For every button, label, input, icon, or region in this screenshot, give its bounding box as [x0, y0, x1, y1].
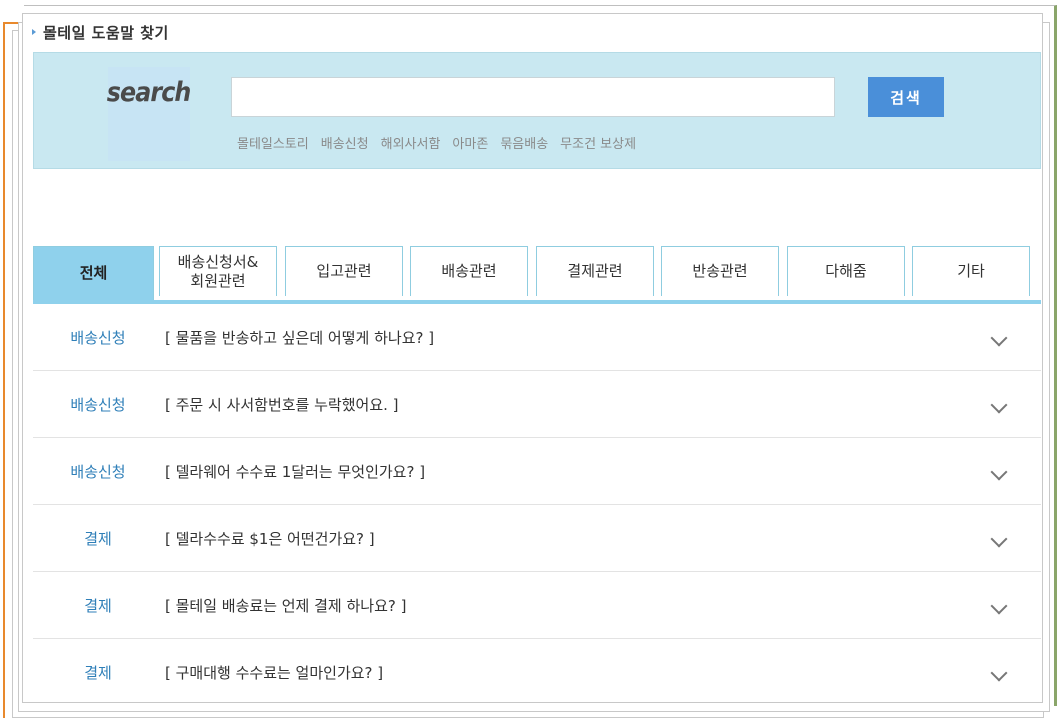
page-title-text: 몰테일 도움말 찾기 — [43, 23, 169, 42]
tab-label: 입고관련 — [316, 262, 372, 280]
bullet-icon — [32, 29, 36, 35]
search-logo-text: search — [107, 77, 192, 108]
faq-category: 배송신청 — [70, 395, 126, 414]
category-tabs: 전체 배송신청서& 회원관련 입고관련 배송관련 결제관련 반송관련 다해줌 기타 — [33, 246, 1041, 300]
faq-row[interactable]: 결제 [ 몰테일 배송료는 언제 결제 하나요? ] — [33, 572, 1041, 639]
keyword-link[interactable]: 해외사서함 — [381, 133, 441, 152]
keyword-link[interactable]: 몰테일스토리 — [237, 133, 309, 152]
tab-5[interactable]: 반송관련 — [661, 246, 779, 296]
tab-label: 반송관련 — [692, 262, 748, 280]
keyword-link[interactable]: 아마존 — [452, 133, 488, 152]
tab-2[interactable]: 입고관련 — [285, 246, 403, 296]
chevron-down-icon[interactable] — [990, 329, 1008, 347]
tab-label: 다해줌 — [825, 262, 867, 280]
faq-question: [ 델라웨어 수수료 1달러는 무엇인가요? ] — [165, 462, 426, 481]
faq-question: [ 구매대행 수수료는 얼마인가요? ] — [165, 663, 384, 682]
tab-4[interactable]: 결제관련 — [536, 246, 654, 296]
tab-3[interactable]: 배송관련 — [410, 246, 528, 296]
tab-label: 결제관련 — [567, 262, 623, 280]
faq-question: [ 델라수수료 $1은 어떤건가요? ] — [165, 529, 375, 548]
faq-question: [ 물품을 반송하고 싶은데 어떻게 하나요? ] — [165, 328, 435, 347]
search-logo: search — [107, 67, 192, 161]
chevron-down-icon[interactable] — [990, 597, 1008, 615]
faq-category: 결제 — [84, 596, 112, 615]
search-area: search 검색 몰테일스토리 배송신청 해외사서함 아마존 묶음배송 무조건 보상제 — [33, 52, 1041, 169]
faq-category: 배송신청 — [70, 328, 126, 347]
tab-0[interactable]: 전체 — [33, 246, 154, 300]
tab-label: 배송관련 — [441, 262, 497, 280]
keyword-link[interactable]: 배송신청 — [321, 133, 369, 152]
chevron-down-icon[interactable] — [990, 530, 1008, 548]
faq-category: 결제 — [84, 663, 112, 682]
tab-1[interactable]: 배송신청서& 회원관련 — [159, 246, 277, 296]
help-panel: 몰테일 도움말 찾기 search 검색 몰테일스토리 배송신청 해외사서함 아마존 묶… — [22, 13, 1043, 703]
faq-row[interactable]: 결제 [ 델라수수료 $1은 어떤건가요? ] — [33, 505, 1041, 572]
faq-category: 배송신청 — [70, 462, 126, 481]
faq-question: [ 주문 시 사서함번호를 누락했어요. ] — [165, 395, 399, 414]
tab-7[interactable]: 기타 — [912, 246, 1030, 296]
faq-category: 결제 — [84, 529, 112, 548]
popular-keywords: 몰테일스토리 배송신청 해외사서함 아마존 묶음배송 무조건 보상제 — [237, 133, 636, 152]
faq-row[interactable]: 배송신청 [ 주문 시 사서함번호를 누락했어요. ] — [33, 371, 1041, 438]
chevron-down-icon[interactable] — [990, 664, 1008, 682]
search-button[interactable]: 검색 — [868, 77, 944, 117]
page-title: 몰테일 도움말 찾기 — [32, 22, 169, 42]
tab-6[interactable]: 다해줌 — [787, 246, 905, 296]
faq-list: 배송신청 [ 물품을 반송하고 싶은데 어떻게 하나요? ] 배송신청 [ 주문 시 … — [33, 304, 1041, 705]
faq-question: [ 몰테일 배송료는 언제 결제 하나요? ] — [165, 596, 407, 615]
tab-label: 기타 — [957, 262, 985, 280]
tab-label: 전체 — [79, 264, 108, 282]
chevron-down-icon[interactable] — [990, 463, 1008, 481]
faq-row[interactable]: 결제 [ 구매대행 수수료는 얼마인가요? ] — [33, 639, 1041, 705]
keyword-link[interactable]: 묶음배송 — [500, 133, 548, 152]
chevron-down-icon[interactable] — [990, 396, 1008, 414]
tab-label: 배송신청서& 회원관련 — [177, 252, 259, 290]
search-input[interactable] — [231, 77, 835, 117]
faq-row[interactable]: 배송신청 [ 델라웨어 수수료 1달러는 무엇인가요? ] — [33, 438, 1041, 505]
keyword-link[interactable]: 무조건 보상제 — [560, 133, 636, 152]
faq-row[interactable]: 배송신청 [ 물품을 반송하고 싶은데 어떻게 하나요? ] — [33, 304, 1041, 371]
